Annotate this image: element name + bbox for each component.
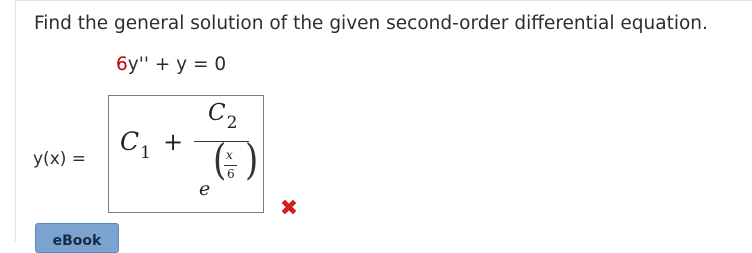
differential-equation: 6y'' + y = 0 (116, 54, 226, 75)
c2-term: C2 (208, 100, 237, 133)
exponent-fraction-bar (224, 165, 237, 166)
ebook-button[interactable]: eBook (35, 223, 119, 253)
exponent-right-paren: ) (245, 135, 259, 185)
c1-letter: C (120, 127, 140, 156)
exponent-numerator: x (226, 148, 233, 162)
plus-sign: + (163, 128, 184, 156)
incorrect-x-icon: ✖ (279, 196, 299, 221)
c2-subscript: 2 (226, 113, 238, 133)
panel-border-left (15, 0, 16, 242)
equation-rest: y'' + y = 0 (127, 54, 227, 75)
exponent-denominator: 6 (227, 167, 235, 181)
c1-term: C1 (120, 127, 151, 163)
question-text: Find the general solution of the given s… (34, 13, 708, 34)
exponent-left-paren: ( (213, 135, 227, 185)
c1-subscript: 1 (140, 143, 151, 163)
panel-border-top (15, 0, 752, 1)
c2-letter: C (208, 100, 226, 126)
answer-label: y(x) = (33, 149, 87, 169)
exponential-base: e (199, 178, 211, 200)
equation-coefficient: 6 (116, 54, 128, 75)
